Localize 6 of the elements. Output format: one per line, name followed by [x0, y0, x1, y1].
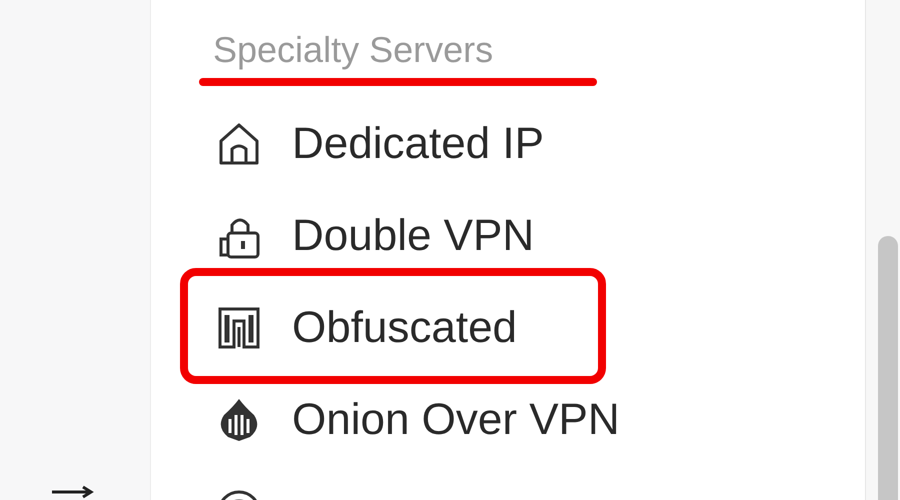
menu-item[interactable]: Dedicated IP	[292, 119, 544, 169]
scrollbar-thumb[interactable]	[878, 236, 898, 500]
menu-item[interactable]: Double VPN	[292, 211, 534, 261]
menu-item[interactable]: Onion Over VPN	[292, 395, 620, 445]
menu-item[interactable]: Obfuscated	[292, 303, 518, 353]
section-heading: Specialty Servers	[213, 28, 494, 72]
